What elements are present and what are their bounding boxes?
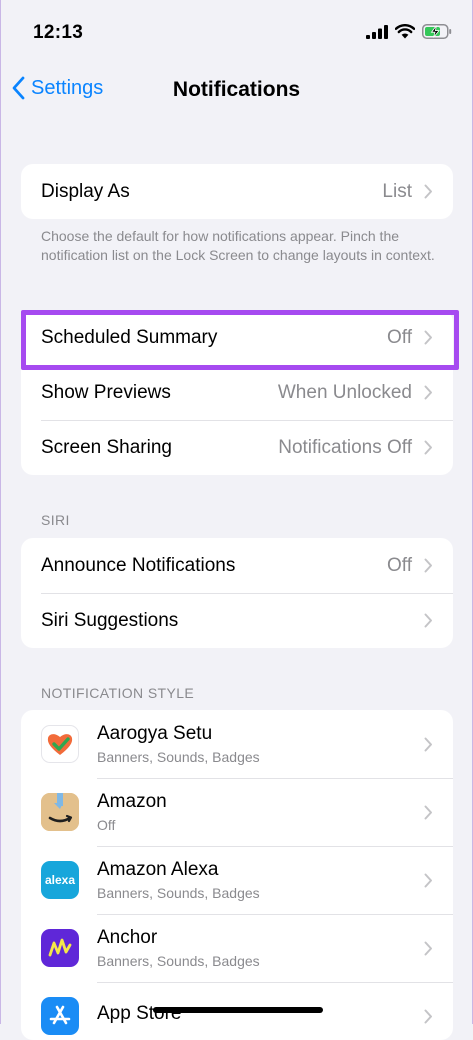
alexa-icon-text: alexa [44,873,76,887]
battery-charging-icon [422,24,452,39]
scheduled-summary-value: Off [387,326,412,348]
navigation-bar: Settings Notifications [1,64,472,118]
app-name: Amazon [97,791,167,812]
chevron-right-icon [424,1009,432,1023]
cellular-signal-icon [366,24,388,39]
siri-suggestions-label: Siri Suggestions [41,609,179,631]
app-name: Anchor [97,927,158,948]
chevron-right-icon [424,440,432,455]
chevron-right-icon [424,613,432,628]
status-time: 12:13 [33,22,84,43]
app-detail: Off [97,817,116,833]
notification-style-section-header: NOTIFICATION STYLE [41,685,195,701]
home-indicator [153,1007,323,1013]
wifi-icon [395,24,415,39]
display-as-value: List [382,180,412,202]
show-previews-label: Show Previews [41,381,171,403]
chevron-right-icon [424,941,432,955]
screen-sharing-label: Screen Sharing [41,436,172,458]
app-row-anchor[interactable]: Anchor Banners, Sounds, Badges [21,914,453,982]
app-detail: Banners, Sounds, Badges [97,885,260,901]
app-row-amazon-alexa[interactable]: alexa Amazon Alexa Banners, Sounds, Badg… [21,846,453,914]
siri-group: Announce Notifications Off Siri Suggesti… [21,538,453,648]
screen-sharing-value: Notifications Off [278,436,412,458]
chevron-right-icon [424,558,432,573]
scheduled-summary-row[interactable]: Scheduled Summary Off [21,310,453,365]
announce-notifications-value: Off [387,554,412,576]
app-detail: Banners, Sounds, Badges [97,953,260,969]
status-bar: 12:13 [1,0,472,60]
app-detail: Banners, Sounds, Badges [97,749,260,765]
show-previews-row[interactable]: Show Previews When Unlocked [21,365,453,420]
chevron-right-icon [424,385,432,400]
app-row-amazon[interactable]: Amazon Off [21,778,453,846]
chevron-right-icon [424,184,432,199]
siri-section-header: SIRI [41,512,70,528]
announce-notifications-row[interactable]: Announce Notifications Off [21,538,453,593]
display-footer-text: Choose the default for how notifications… [41,228,435,263]
app-row-aarogya-setu[interactable]: Aarogya Setu Banners, Sounds, Badges [21,710,453,778]
app-name: Aarogya Setu [97,723,213,744]
announce-notifications-label: Announce Notifications [41,554,236,576]
siri-suggestions-row[interactable]: Siri Suggestions [21,593,453,648]
chevron-right-icon [424,805,432,819]
scheduled-summary-label: Scheduled Summary [41,326,218,348]
chevron-right-icon [424,873,432,887]
chevron-right-icon [424,330,432,345]
notification-style-group: Aarogya Setu Banners, Sounds, Badges Ama… [21,710,453,1040]
chevron-right-icon [424,737,432,751]
anchor-icon [41,929,79,967]
app-name: Amazon Alexa [97,859,219,880]
preview-group: Scheduled Summary Off Show Previews When… [21,310,453,475]
alexa-icon: alexa [41,861,79,899]
display-as-label: Display As [41,180,130,202]
amazon-icon [41,793,79,831]
page-title: Notifications [172,78,301,101]
screen-sharing-row[interactable]: Screen Sharing Notifications Off [21,420,453,475]
aarogya-setu-icon [41,725,79,763]
app-store-icon [41,997,79,1035]
display-as-row[interactable]: Display As List [21,164,453,219]
display-group: Display As List [21,164,453,219]
show-previews-value: When Unlocked [277,381,412,403]
status-icons [366,24,452,39]
